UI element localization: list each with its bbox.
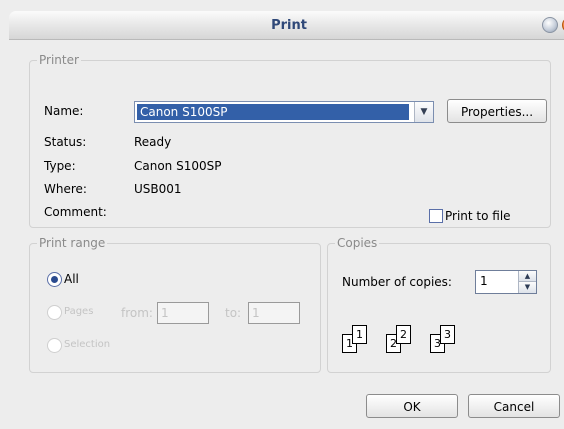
pages-label[interactable]: Pages <box>64 306 93 317</box>
properties-button[interactable]: Properties... <box>447 99 547 123</box>
printer-name-value: Canon S100SP <box>137 104 409 120</box>
type-label: Type: <box>44 159 76 173</box>
to-input[interactable]: 1 <box>248 302 300 324</box>
selection-radio[interactable] <box>47 338 62 353</box>
title-bar[interactable]: Print <box>9 11 564 40</box>
stepper-buttons: ▲ ▼ <box>518 271 536 293</box>
name-label: Name: <box>44 104 84 118</box>
number-of-copies-label: Number of copies: <box>342 275 452 289</box>
print-range-group: Print range All Pages from: 1 to: 1 Sele… <box>29 236 321 373</box>
print-to-file-checkbox[interactable] <box>429 209 443 223</box>
where-label: Where: <box>44 182 87 196</box>
radio-selected-dot <box>51 276 58 283</box>
comment-label: Comment: <box>44 205 107 219</box>
chevron-up-icon[interactable]: ▲ <box>519 271 536 282</box>
print-dialog: Print Printer Name: Canon S100SP ▼ Prope… <box>0 0 564 429</box>
from-input[interactable]: 1 <box>157 302 209 324</box>
all-radio[interactable] <box>47 272 62 287</box>
collate-page: 3 <box>440 325 455 344</box>
ok-button[interactable]: OK <box>366 394 458 418</box>
chevron-down-icon[interactable]: ▼ <box>414 102 433 122</box>
type-value: Canon S100SP <box>134 159 222 173</box>
pages-radio[interactable] <box>47 305 62 320</box>
all-label[interactable]: All <box>64 272 79 286</box>
collate-icon: 1 1 2 2 3 3 <box>342 320 492 368</box>
to-label: to: <box>225 306 242 320</box>
from-label: from: <box>121 306 153 320</box>
minimize-icon[interactable] <box>542 17 558 33</box>
collate-page: 1 <box>352 325 367 344</box>
collate-page: 2 <box>396 325 411 344</box>
print-range-group-label: Print range <box>37 236 108 250</box>
dialog-body: Printer Name: Canon S100SP ▼ Properties.… <box>9 40 564 429</box>
status-label: Status: <box>44 135 87 149</box>
selection-label[interactable]: Selection <box>64 339 110 350</box>
where-value: USB001 <box>134 182 182 196</box>
chevron-down-icon[interactable]: ▼ <box>519 282 536 293</box>
printer-name-select[interactable]: Canon S100SP ▼ <box>134 101 434 123</box>
copies-group-label: Copies <box>335 236 380 250</box>
copies-stepper[interactable]: 1 ▲ ▼ <box>475 270 537 294</box>
copies-group: Copies Number of copies: 1 ▲ ▼ 1 1 2 2 3… <box>327 236 551 373</box>
copies-value: 1 <box>480 274 488 288</box>
printer-group-label: Printer <box>37 53 81 67</box>
window-title: Print <box>271 18 307 33</box>
printer-group: Printer Name: Canon S100SP ▼ Properties.… <box>29 53 551 228</box>
print-to-file-label[interactable]: Print to file <box>445 209 511 223</box>
cancel-button[interactable]: Cancel <box>468 394 560 418</box>
status-value: Ready <box>134 135 172 149</box>
